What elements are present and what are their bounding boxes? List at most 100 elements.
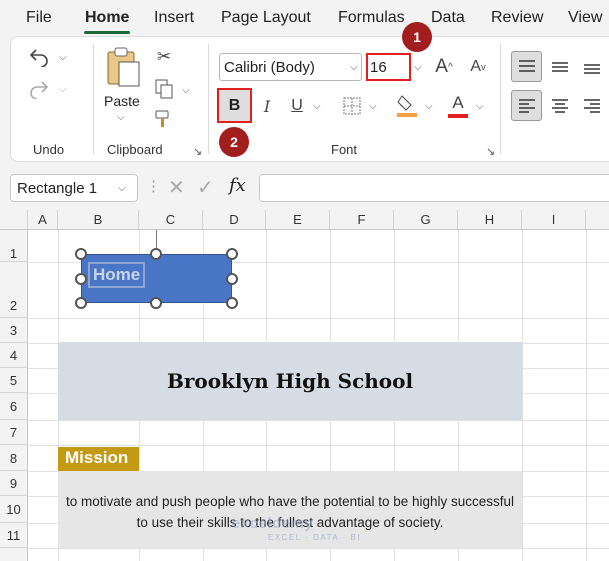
borders-chevron-down-icon[interactable]: ⌵ [369,101,377,112]
copy-icon[interactable] [153,78,175,100]
resize-handle[interactable] [226,273,238,285]
step-badge-1: 1 [402,22,432,52]
row-header[interactable]: 4 [0,343,28,368]
column-header[interactable]: H [458,210,522,230]
tab-home[interactable]: Home [85,9,129,27]
resize-handle[interactable] [150,248,162,260]
row-header[interactable]: 5 [0,368,28,393]
copy-chevron-down-icon[interactable]: ⌵ [182,85,190,96]
formula-bar-grip-icon: ⋮ [146,178,161,195]
resize-handle[interactable] [226,297,238,309]
undo-icon[interactable] [26,44,52,70]
shape-text[interactable]: Home [88,262,146,288]
column-header[interactable]: F [330,210,394,230]
row-header[interactable]: 11 [0,523,28,548]
clipboard-launcher-icon[interactable]: ↘ [193,145,202,158]
grid-line [28,548,609,549]
name-box-chevron-down-icon[interactable]: ⌵ [118,183,126,194]
insert-function-icon[interactable]: fx [229,175,246,196]
step-badge-2: 2 [219,127,249,157]
paste-chevron-down-icon[interactable]: ⌵ [117,112,125,123]
column-header[interactable]: B [58,210,139,230]
row-header[interactable]: 10 [0,496,28,523]
grid-line [28,318,609,319]
grid-line [586,230,587,561]
font-color-chevron-down-icon[interactable]: ⌵ [476,101,484,112]
borders-icon[interactable] [342,96,362,116]
column-header[interactable]: G [394,210,458,230]
cancel-icon[interactable]: ✕ [168,175,185,200]
group-divider [208,44,209,154]
column-header[interactable]: E [266,210,330,230]
column-header[interactable]: A [28,210,58,230]
row-header[interactable]: 8 [0,445,28,471]
tab-formulas[interactable]: Formulas [338,9,405,27]
row-header[interactable]: 3 [0,318,28,343]
school-title[interactable]: Brooklyn High School [58,342,522,420]
row-header[interactable]: 9 [0,471,28,496]
undo-group-label: Undo [33,142,65,157]
paste-icon[interactable] [104,45,142,89]
resize-handle[interactable] [75,248,87,260]
cut-icon[interactable]: ✂ [153,46,175,68]
worksheet-grid[interactable]: A B C D E F G H I 1 2 3 4 5 6 7 8 9 10 1… [0,210,609,561]
grid-line [28,420,609,421]
fill-color-icon[interactable] [395,92,419,118]
row-header[interactable] [0,548,28,561]
align-left-icon[interactable] [511,90,542,121]
grow-font-icon[interactable]: A ^ [432,55,456,79]
column-header[interactable]: C [139,210,203,230]
grid-line [28,445,609,446]
italic-button[interactable]: I [258,94,276,118]
font-color-swatch [448,114,468,118]
mission-header[interactable]: Mission [58,447,139,471]
select-all-corner[interactable] [0,210,28,230]
resize-handle[interactable] [75,273,87,285]
underline-button[interactable]: U [288,94,306,118]
column-header[interactable]: I [522,210,586,230]
enter-icon[interactable]: ✓ [197,175,214,200]
formula-input[interactable] [259,174,609,202]
column-header[interactable] [586,210,609,230]
clipboard-group-label: Clipboard [107,142,163,157]
row-header[interactable]: 1 [0,230,28,262]
font-family-select[interactable]: Calibri (Body) [219,53,362,81]
format-painter-icon[interactable] [153,108,175,130]
top-align-icon[interactable] [511,51,542,82]
font-size-select[interactable]: 16 [366,53,411,81]
fill-color-chevron-down-icon[interactable]: ⌵ [425,101,433,112]
font-size-chevron-down-icon[interactable]: ⌵ [414,62,422,73]
mission-text-line: to motivate and push people who have the… [65,494,515,509]
font-family-chevron-down-icon[interactable]: ⌵ [350,62,358,73]
bottom-align-icon[interactable] [578,53,606,81]
align-center-icon[interactable] [546,92,574,120]
tab-view[interactable]: View [568,9,602,27]
tab-data[interactable]: Data [431,9,465,27]
resize-handle[interactable] [150,297,162,309]
column-header[interactable]: D [203,210,266,230]
redo-icon[interactable] [26,76,52,102]
tab-insert[interactable]: Insert [154,9,194,27]
resize-handle[interactable] [226,248,238,260]
font-launcher-icon[interactable]: ↘ [486,145,495,158]
bold-button[interactable]: B [217,88,252,123]
tab-file[interactable]: File [26,9,52,27]
group-divider [93,44,94,154]
shrink-font-icon[interactable]: Av [466,55,490,79]
row-header[interactable]: 6 [0,393,28,420]
watermark-tagline: EXCEL · DATA · BI [268,533,361,542]
middle-align-icon[interactable] [546,53,574,81]
row-header[interactable]: 7 [0,420,28,445]
row-header[interactable]: 2 [0,262,28,318]
underline-chevron-down-icon[interactable]: ⌵ [313,101,321,112]
watermark-logo: exceldemy [232,515,314,532]
paste-label[interactable]: Paste [104,93,140,109]
undo-chevron-down-icon[interactable]: ⌵ [59,52,67,63]
align-right-icon[interactable] [578,92,606,120]
tab-page-layout[interactable]: Page Layout [221,9,311,27]
font-color-icon[interactable]: A [446,92,470,120]
resize-handle[interactable] [75,297,87,309]
group-divider [500,44,501,154]
tab-review[interactable]: Review [491,9,543,27]
redo-chevron-down-icon[interactable]: ⌵ [59,84,67,95]
